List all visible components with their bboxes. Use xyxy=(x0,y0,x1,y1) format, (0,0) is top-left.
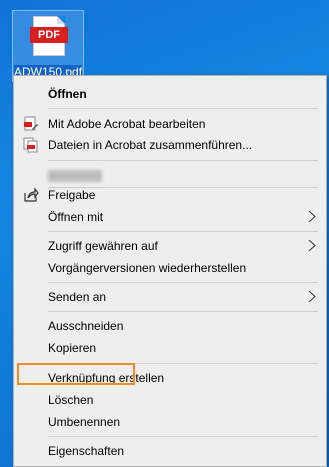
menu-separator xyxy=(48,160,318,161)
menu-label: Ausschneiden xyxy=(48,319,124,333)
menu-item-open-with[interactable]: Öffnen mit xyxy=(14,206,326,228)
menu-item-redacted[interactable] xyxy=(14,164,326,186)
menu-label: Öffnen xyxy=(48,87,87,101)
chevron-right-icon xyxy=(308,211,316,222)
menu-item-properties[interactable]: Eigenschaften xyxy=(14,440,326,462)
menu-item-rename[interactable]: Umbenennen xyxy=(14,411,326,433)
menu-item-open[interactable]: Öffnen xyxy=(14,83,326,105)
menu-item-edit-acrobat[interactable]: Mit Adobe Acrobat bearbeiten xyxy=(14,113,326,135)
acrobat-combine-icon xyxy=(23,137,38,153)
menu-label: Mit Adobe Acrobat bearbeiten xyxy=(48,117,206,131)
menu-label: Umbenennen xyxy=(48,415,121,429)
menu-separator xyxy=(48,311,318,312)
pdf-file-icon: PDF xyxy=(30,16,68,56)
menu-label: Kopieren xyxy=(48,341,97,355)
menu-label: Senden an xyxy=(48,290,107,304)
menu-item-give-access[interactable]: Zugriff gewähren auf xyxy=(14,235,326,257)
menu-separator xyxy=(48,231,318,232)
menu-item-share[interactable]: Freigabe xyxy=(14,184,326,206)
menu-label: Öffnen mit xyxy=(48,210,104,224)
menu-item-restore-versions[interactable]: Vorgängerversionen wiederherstellen xyxy=(14,257,326,279)
menu-label: Dateien in Acrobat zusammenführen... xyxy=(48,138,253,152)
menu-item-cut[interactable]: Ausschneiden xyxy=(14,315,326,337)
menu-label: Freigabe xyxy=(48,188,96,202)
chevron-right-icon xyxy=(308,240,316,251)
menu-separator xyxy=(48,282,318,283)
menu-separator xyxy=(48,108,318,109)
chevron-right-icon xyxy=(308,291,316,302)
menu-label: Eigenschaften xyxy=(48,444,125,458)
share-icon xyxy=(24,187,39,202)
menu-label: Zugriff gewähren auf xyxy=(48,239,158,253)
menu-separator xyxy=(48,436,318,437)
menu-label: Löschen xyxy=(48,393,94,407)
acrobat-edit-icon xyxy=(24,116,38,131)
redacted-label xyxy=(48,170,102,182)
properties-highlight-box xyxy=(17,363,135,385)
menu-item-delete[interactable]: Löschen xyxy=(14,389,326,411)
pdf-badge: PDF xyxy=(30,27,68,43)
menu-item-combine-acrobat[interactable]: Dateien in Acrobat zusammenführen... xyxy=(14,134,326,156)
menu-label: Vorgängerversionen wiederherstellen xyxy=(48,261,247,275)
menu-item-copy[interactable]: Kopieren xyxy=(14,337,326,359)
menu-item-send-to[interactable]: Senden an xyxy=(14,286,326,308)
desktop-file-icon[interactable]: PDF ADW150.pdf xyxy=(12,10,84,82)
context-menu: Öffnen Mit Adobe Acrobat bearbeiten Date… xyxy=(13,75,327,467)
